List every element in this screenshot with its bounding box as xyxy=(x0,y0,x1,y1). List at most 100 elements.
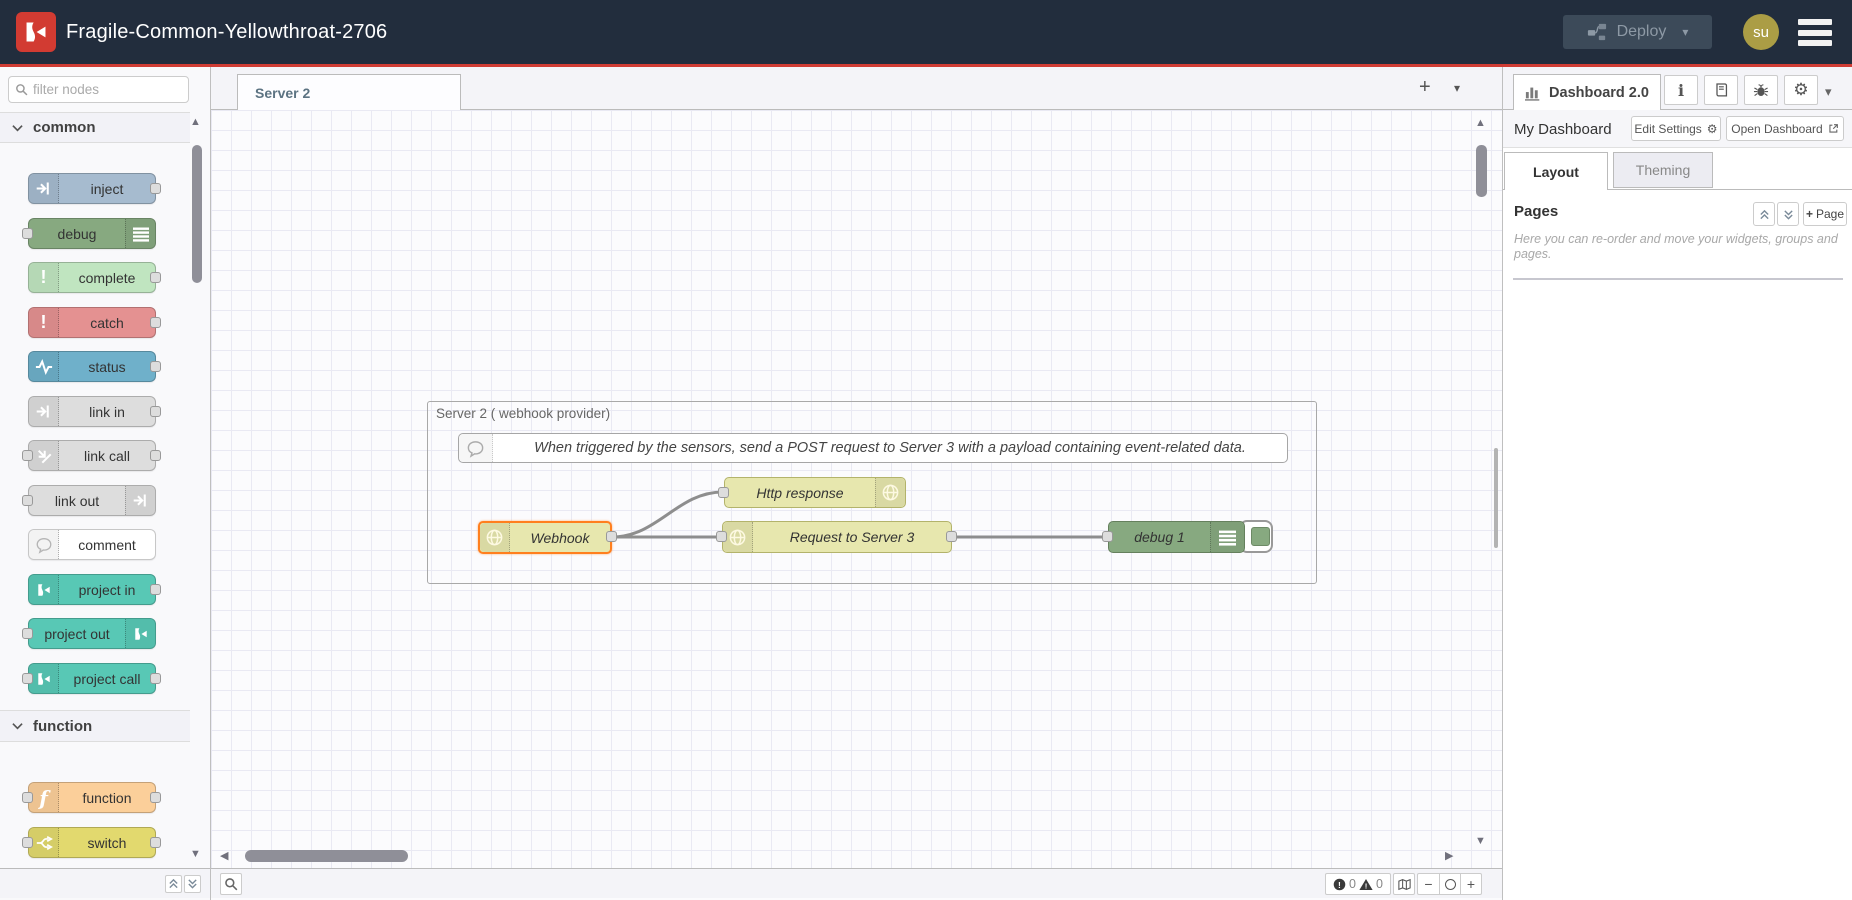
palette-node-complete[interactable]: ! complete xyxy=(28,262,156,293)
tab-theming[interactable]: Theming xyxy=(1613,152,1713,188)
sidebar-tabbar: Dashboard 2.0 i ⚙ ▾ xyxy=(1503,67,1852,110)
node-input-port[interactable] xyxy=(716,531,727,542)
node-port[interactable] xyxy=(150,183,161,194)
add-page-button[interactable]: + Page xyxy=(1803,202,1847,226)
flow-list-caret[interactable]: ▾ xyxy=(1454,81,1460,95)
expand-all-button[interactable] xyxy=(184,875,201,893)
filter-nodes-input[interactable] xyxy=(33,82,173,97)
gear-icon: ⚙ xyxy=(1793,80,1808,100)
palette-node-function[interactable]: f function xyxy=(28,782,156,813)
chevron-down-icon xyxy=(12,722,23,730)
palette-scroll-down-icon[interactable]: ▼ xyxy=(190,848,201,860)
palette-node-inject[interactable]: inject xyxy=(28,173,156,204)
warning-count: 0 xyxy=(1376,877,1383,891)
palette-node-catch[interactable]: ! catch xyxy=(28,307,156,338)
debug-tab-button[interactable] xyxy=(1744,75,1778,105)
node-port[interactable] xyxy=(150,673,161,684)
node-input-port[interactable] xyxy=(718,487,729,498)
main-menu-button[interactable] xyxy=(1798,19,1832,46)
sidebar-resize-handle[interactable] xyxy=(1494,448,1498,548)
sidebar-options-caret[interactable]: ▾ xyxy=(1825,84,1832,100)
node-port[interactable] xyxy=(22,628,33,639)
edit-settings-button[interactable]: Edit Settings ⚙ xyxy=(1631,116,1721,141)
palette-scrollbar-thumb[interactable] xyxy=(192,145,202,283)
node-output-port[interactable] xyxy=(946,531,957,542)
palette-node-debug[interactable]: debug xyxy=(28,218,156,249)
globe-icon xyxy=(875,478,905,507)
flow-node-request-to-server-3[interactable]: Request to Server 3 xyxy=(722,521,952,553)
zoom-in-button[interactable]: + xyxy=(1460,874,1481,894)
palette-node-switch[interactable]: switch xyxy=(28,827,156,858)
node-port[interactable] xyxy=(150,450,161,461)
project-logo-icon xyxy=(29,664,59,693)
config-tab-button[interactable]: ⚙ xyxy=(1784,75,1818,105)
move-down-button[interactable] xyxy=(1777,202,1799,226)
category-common[interactable]: common xyxy=(0,112,190,143)
header: Fragile-Common-Yellowthroat-2706 Deploy … xyxy=(0,0,1852,64)
flow-node-comment[interactable]: When triggered by the sensors, send a PO… xyxy=(458,433,1288,463)
node-port[interactable] xyxy=(22,228,33,239)
flow-tab-server-2[interactable]: Server 2 xyxy=(237,74,461,110)
flow-viewport[interactable]: Server 2 ( webhook provider) When trigge… xyxy=(211,110,1502,868)
palette-filter[interactable] xyxy=(8,76,189,103)
search-flows-button[interactable] xyxy=(220,873,242,895)
node-port[interactable] xyxy=(150,361,161,372)
tab-layout[interactable]: Layout xyxy=(1504,152,1608,190)
flow-node-http-response[interactable]: Http response xyxy=(724,477,906,508)
palette-node-link-in[interactable]: link in xyxy=(28,396,156,427)
palette-node-project-in[interactable]: project in xyxy=(28,574,156,605)
zoom-out-button[interactable]: − xyxy=(1418,874,1439,894)
add-flow-button[interactable]: + xyxy=(1419,76,1431,99)
user-avatar[interactable]: su xyxy=(1743,14,1779,50)
node-port[interactable] xyxy=(150,792,161,803)
node-port[interactable] xyxy=(150,272,161,283)
flow-status-counts[interactable]: ! 0 ! 0 xyxy=(1325,873,1391,895)
node-port[interactable] xyxy=(150,406,161,417)
category-function[interactable]: function xyxy=(0,710,190,742)
deploy-icon xyxy=(1587,22,1607,42)
open-dashboard-button[interactable]: Open Dashboard xyxy=(1726,116,1844,141)
palette-scroll-up-icon[interactable]: ▲ xyxy=(190,116,201,128)
palette-node-project-call[interactable]: project call xyxy=(28,663,156,694)
palette-node-comment[interactable]: comment xyxy=(28,529,156,560)
node-port[interactable] xyxy=(150,317,161,328)
deploy-button[interactable]: Deploy ▾ xyxy=(1563,15,1712,49)
sidebar-tab-dashboard[interactable]: Dashboard 2.0 xyxy=(1513,74,1661,110)
error-icon: ! xyxy=(1333,878,1346,891)
workspace-canvas: Server 2 + ▾ Server 2 ( webhook provider… xyxy=(211,67,1502,900)
deploy-label: Deploy xyxy=(1617,23,1667,41)
info-tab-button[interactable]: i xyxy=(1664,75,1698,105)
collapse-all-button[interactable] xyxy=(165,875,182,893)
node-port[interactable] xyxy=(22,450,33,461)
zoom-reset-button[interactable] xyxy=(1439,874,1460,894)
globe-icon xyxy=(480,523,510,552)
node-port[interactable] xyxy=(150,837,161,848)
exclamation-icon: ! xyxy=(29,308,59,337)
node-input-port[interactable] xyxy=(1102,531,1113,542)
node-output-port[interactable] xyxy=(606,531,617,542)
switch-branch-icon xyxy=(29,828,59,857)
help-tab-button[interactable] xyxy=(1704,75,1738,105)
node-port[interactable] xyxy=(22,837,33,848)
function-f-icon: f xyxy=(29,783,59,812)
external-link-icon xyxy=(1828,123,1839,134)
palette-node-project-out[interactable]: project out xyxy=(28,618,156,649)
palette-node-status[interactable]: status xyxy=(28,351,156,382)
palette-node-link-out[interactable]: link out xyxy=(28,485,156,516)
flow-node-debug-1[interactable]: debug 1 xyxy=(1108,521,1245,553)
node-port[interactable] xyxy=(150,584,161,595)
navigator-map-button[interactable] xyxy=(1393,873,1415,895)
svg-text:!: ! xyxy=(1338,879,1341,889)
move-up-button[interactable] xyxy=(1753,202,1775,226)
pages-help-text: Here you can re-order and move your widg… xyxy=(1514,232,1838,262)
flow-node-webhook[interactable]: Webhook xyxy=(478,521,612,554)
bug-icon xyxy=(1753,82,1769,98)
palette-node-link-call[interactable]: link call xyxy=(28,440,156,471)
node-port[interactable] xyxy=(22,792,33,803)
globe-icon xyxy=(723,522,753,552)
deploy-options-caret[interactable]: ▾ xyxy=(1682,25,1688,39)
exclamation-icon: ! xyxy=(29,263,59,292)
node-port[interactable] xyxy=(22,673,33,684)
palette: common inject debug ! complete ! catch xyxy=(0,67,211,900)
node-port[interactable] xyxy=(22,495,33,506)
